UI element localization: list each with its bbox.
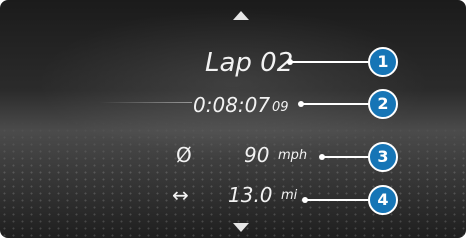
callout-2: 2 (368, 89, 398, 119)
leader-line-3 (319, 154, 369, 160)
distance-unit: mi (281, 188, 298, 203)
average-speed-unit: mph (278, 148, 308, 163)
leader-line-4 (302, 197, 369, 203)
leader-line-1 (287, 59, 370, 65)
callout-1: 1 (368, 47, 398, 77)
scroll-up-arrow-icon[interactable] (233, 11, 249, 20)
average-speed-icon: Ø (176, 143, 192, 167)
lap-number: Lap 02 (205, 48, 294, 78)
callout-4: 4 (368, 185, 398, 215)
time-trail-line (100, 102, 192, 103)
distance-icon: ↔ (172, 183, 189, 207)
lap-time-hundredths: 09 (272, 100, 289, 115)
average-speed-value: 90 (244, 143, 270, 167)
callout-3: 3 (368, 142, 398, 172)
dotted-background (0, 120, 466, 238)
lap-time: 0:08:07 (193, 93, 271, 117)
leader-line-2 (298, 101, 369, 107)
distance-value: 13.0 (228, 183, 273, 207)
scroll-down-arrow-icon[interactable] (233, 223, 249, 232)
